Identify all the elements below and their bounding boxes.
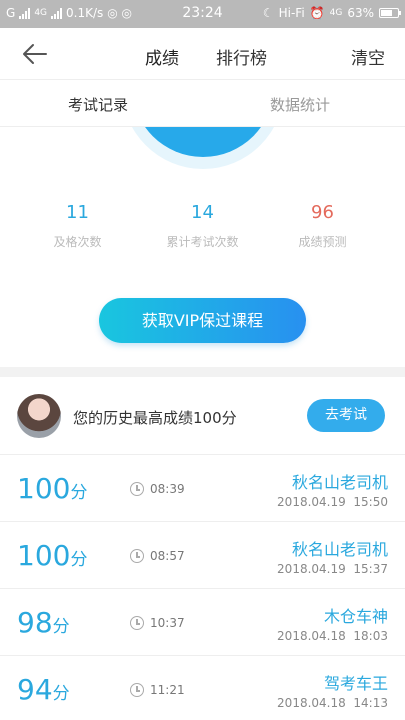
- record-date: 2018.04.19: [277, 562, 346, 576]
- score-unit: 分: [52, 617, 70, 637]
- stat-pass-count: 11 及格次数: [10, 202, 145, 250]
- score-value: 94: [17, 673, 53, 706]
- record-time: 18:03: [353, 629, 388, 643]
- table-row[interactable]: 100分 08:57 秋名山老司机 2018.04.19 15:37: [0, 522, 405, 589]
- best-score-text: 您的历史最高成绩100分: [73, 409, 237, 427]
- stat-total-exams: 14 累计考试次数: [135, 202, 270, 250]
- stat-label: 成绩预测: [298, 235, 347, 249]
- take-exam-button[interactable]: 去考试: [307, 399, 385, 432]
- record-score: 100分: [17, 472, 87, 505]
- clock-icon: [130, 549, 144, 563]
- hifi-label: Hi-Fi: [278, 6, 305, 20]
- record-date: 2018.04.18: [277, 696, 346, 710]
- avatar: [17, 394, 61, 438]
- record-datetime: 2018.04.18 18:03: [277, 629, 388, 643]
- stat-label: 及格次数: [53, 235, 102, 249]
- app-header: 成绩 排行榜 清空: [0, 28, 405, 83]
- score-value: 100: [17, 539, 71, 572]
- score-value: 98: [17, 606, 53, 639]
- back-arrow-icon[interactable]: [22, 41, 48, 67]
- record-user-name: 木仓车神: [323, 607, 388, 626]
- record-duration: 11:21: [150, 683, 185, 697]
- record-score: 98分: [17, 606, 70, 639]
- battery-percent: 63%: [347, 6, 374, 20]
- best-score-bar: 您的历史最高成绩100分 去考试: [0, 377, 405, 455]
- table-row[interactable]: 100分 08:39 秋名山老司机 2018.04.19 15:50: [0, 455, 405, 522]
- vip-course-button[interactable]: 获取VIP保过课程: [99, 298, 306, 343]
- status-right: ☾ Hi-Fi ⏰ 4G 63%: [262, 6, 401, 20]
- tab-ranking[interactable]: 排行榜: [216, 44, 267, 69]
- clock-icon: [130, 683, 144, 697]
- clear-button[interactable]: 清空: [351, 44, 385, 69]
- network-label-2: 4G: [329, 8, 343, 18]
- tab-scores[interactable]: 成绩: [135, 44, 189, 83]
- record-duration: 10:37: [150, 616, 185, 630]
- score-value: 100: [17, 472, 71, 505]
- record-score: 94分: [17, 673, 70, 706]
- sub-tabs: 考试记录 数据统计: [0, 81, 405, 129]
- score-unit: 分: [70, 483, 88, 503]
- section-divider: [0, 367, 405, 377]
- record-datetime: 2018.04.18 14:13: [277, 696, 388, 710]
- tab-exam-records[interactable]: 考试记录: [68, 94, 128, 129]
- record-duration: 08:57: [150, 549, 185, 563]
- stat-score-prediction: 96 成绩预测: [255, 202, 390, 250]
- record-datetime: 2018.04.19 15:37: [277, 562, 388, 576]
- record-time: 14:13: [353, 696, 388, 710]
- record-date: 2018.04.18: [277, 629, 346, 643]
- clock-icon: [130, 616, 144, 630]
- score-unit: 分: [70, 550, 88, 570]
- record-score: 100分: [17, 539, 87, 572]
- table-row[interactable]: 98分 10:37 木仓车神 2018.04.18 18:03: [0, 589, 405, 656]
- stat-value: 14: [191, 202, 214, 223]
- record-time: 15:50: [353, 495, 388, 509]
- table-row[interactable]: 94分 11:21 驾考车王 2018.04.18 14:13: [0, 656, 405, 720]
- tab-data-statistics[interactable]: 数据统计: [270, 94, 330, 115]
- stat-value: 11: [66, 202, 89, 223]
- moon-icon: ☾: [262, 6, 274, 20]
- record-user-name: 秋名山老司机: [291, 540, 388, 559]
- clock-icon: [130, 482, 144, 496]
- record-datetime: 2018.04.19 15:50: [277, 495, 388, 509]
- alarm-icon: ⏰: [309, 6, 325, 20]
- record-time: 15:37: [353, 562, 388, 576]
- exam-record-list: 100分 08:39 秋名山老司机 2018.04.19 15:50 100分 …: [0, 455, 405, 720]
- battery-icon: [379, 8, 401, 18]
- score-unit: 分: [52, 684, 70, 704]
- record-user-name: 秋名山老司机: [291, 473, 388, 492]
- status-bar: G 4G 0.1K/s ◎ ◎ 23:24 ☾ Hi-Fi ⏰ 4G 63%: [0, 0, 405, 28]
- record-date: 2018.04.19: [277, 495, 346, 509]
- stat-value: 96: [311, 202, 334, 223]
- stat-label: 累计考试次数: [166, 235, 239, 249]
- stats-card: 11 及格次数 14 累计考试次数 96 成绩预测 获取VIP保过课程: [0, 127, 405, 367]
- record-user-name: 驾考车王: [323, 674, 388, 693]
- record-duration: 08:39: [150, 482, 185, 496]
